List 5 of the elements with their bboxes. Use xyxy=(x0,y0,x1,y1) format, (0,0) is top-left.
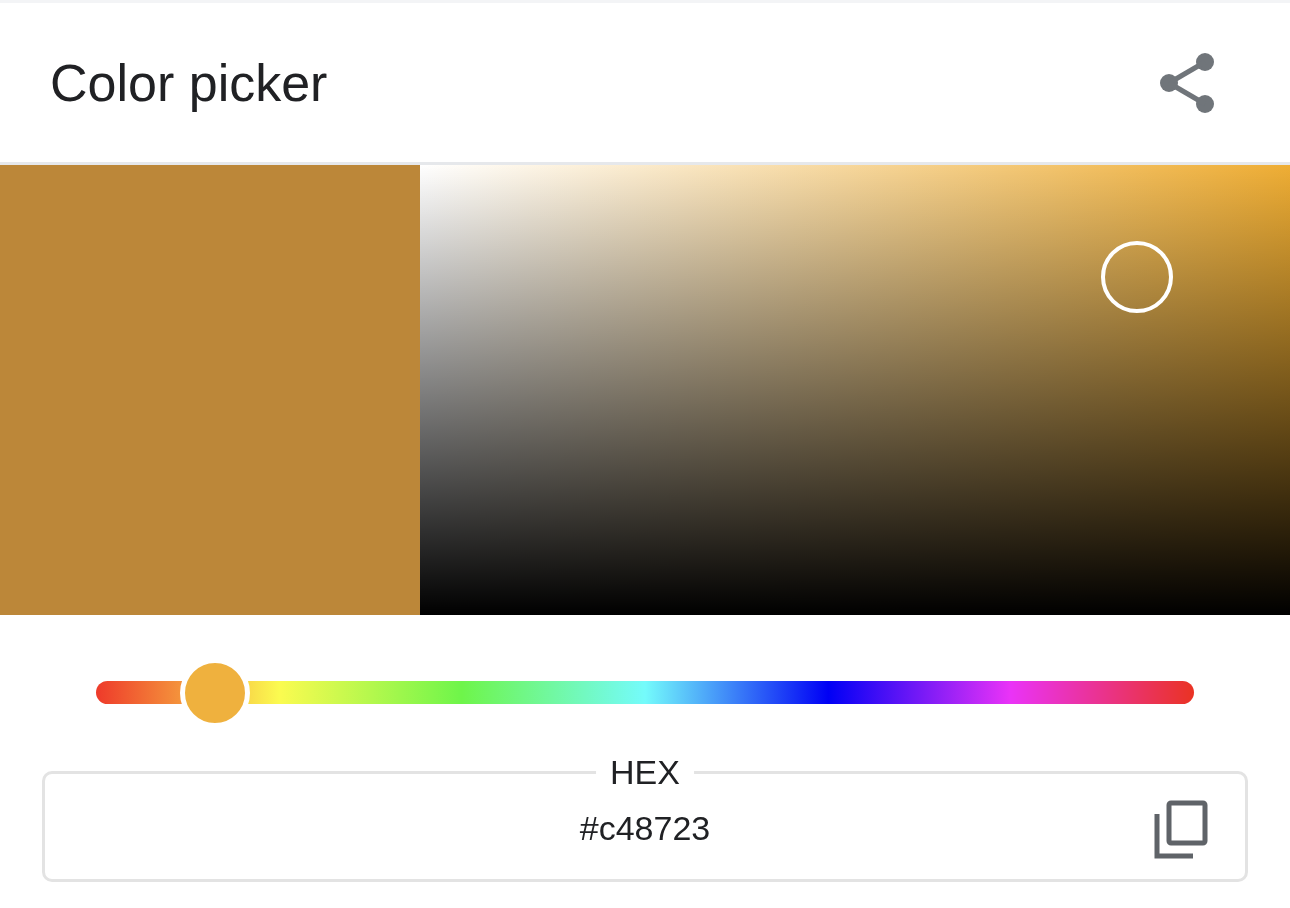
saturation-area[interactable] xyxy=(420,165,1290,615)
page-title: Color picker xyxy=(50,52,328,114)
hex-value: #c48723 xyxy=(579,808,711,849)
picker-handle[interactable] xyxy=(1101,241,1173,313)
copy-icon[interactable] xyxy=(1153,800,1209,860)
